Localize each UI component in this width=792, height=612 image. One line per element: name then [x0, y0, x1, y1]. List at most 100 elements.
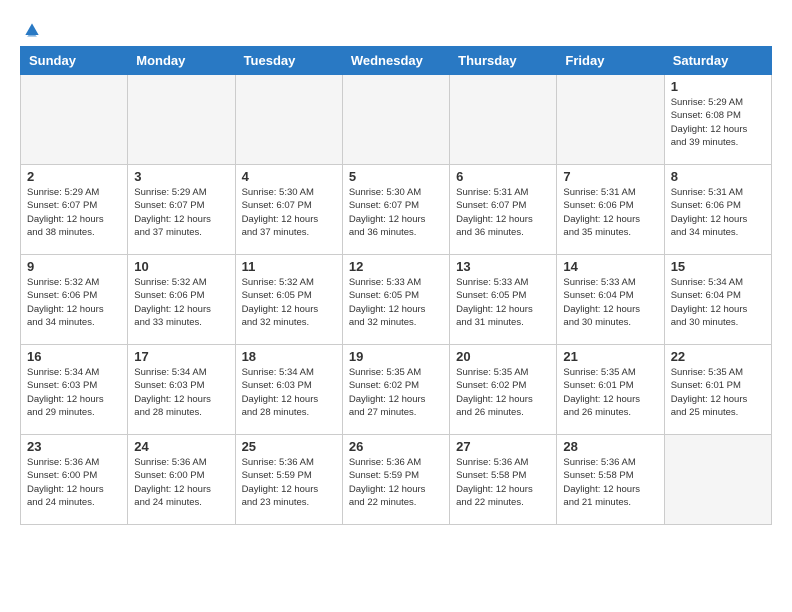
day-cell: 23 Sunrise: 5:36 AM Sunset: 6:00 PM Dayli…	[21, 435, 128, 525]
day-cell: 25Sunrise: 5:36 AM Sunset: 5:59 PM Dayli…	[235, 435, 342, 525]
calendar-table: SundayMondayTuesdayWednesdayThursdayFrid…	[20, 46, 772, 525]
day-info: Sunrise: 5:36 AM Sunset: 6:00 PM Dayligh…	[27, 456, 121, 509]
page-header	[20, 20, 772, 36]
day-info: Sunrise: 5:33 AM Sunset: 6:04 PM Dayligh…	[563, 276, 657, 329]
day-cell: 28Sunrise: 5:36 AM Sunset: 5:58 PM Dayli…	[557, 435, 664, 525]
week-row-5: 23 Sunrise: 5:36 AM Sunset: 6:00 PM Dayli…	[21, 435, 772, 525]
day-number: 20	[456, 349, 550, 364]
day-cell	[342, 75, 449, 165]
day-cell: 13 Sunrise: 5:33 AM Sunset: 6:05 PM Dayli…	[450, 255, 557, 345]
day-cell: 11 Sunrise: 5:32 AM Sunset: 6:05 PM Dayli…	[235, 255, 342, 345]
day-number: 18	[242, 349, 336, 364]
day-number: 21	[563, 349, 657, 364]
header-cell-thursday: Thursday	[450, 47, 557, 75]
day-number: 23	[27, 439, 121, 454]
day-info: Sunrise: 5:36 AM Sunset: 5:59 PM Dayligh…	[349, 456, 443, 509]
logo	[20, 20, 42, 36]
day-cell: 16 Sunrise: 5:34 AM Sunset: 6:03 PM Dayli…	[21, 345, 128, 435]
day-cell: 7 Sunrise: 5:31 AM Sunset: 6:06 PM Daylig…	[557, 165, 664, 255]
week-row-1: 1 Sunrise: 5:29 AM Sunset: 6:08 PM Daylig…	[21, 75, 772, 165]
day-info: Sunrise: 5:32 AM Sunset: 6:06 PM Dayligh…	[134, 276, 228, 329]
day-cell: 24 Sunrise: 5:36 AM Sunset: 6:00 PM Dayli…	[128, 435, 235, 525]
day-number: 16	[27, 349, 121, 364]
day-info: Sunrise: 5:31 AM Sunset: 6:06 PM Dayligh…	[671, 186, 765, 239]
day-cell	[664, 435, 771, 525]
day-number: 22	[671, 349, 765, 364]
week-row-4: 16 Sunrise: 5:34 AM Sunset: 6:03 PM Dayli…	[21, 345, 772, 435]
day-cell: 27 Sunrise: 5:36 AM Sunset: 5:58 PM Dayli…	[450, 435, 557, 525]
day-info: Sunrise: 5:31 AM Sunset: 6:06 PM Dayligh…	[563, 186, 657, 239]
day-info: Sunrise: 5:35 AM Sunset: 6:01 PM Dayligh…	[563, 366, 657, 419]
day-number: 12	[349, 259, 443, 274]
logo-icon	[22, 20, 42, 40]
day-info: Sunrise: 5:29 AM Sunset: 6:07 PM Dayligh…	[27, 186, 121, 239]
day-number: 5	[349, 169, 443, 184]
day-number: 3	[134, 169, 228, 184]
week-row-3: 9 Sunrise: 5:32 AM Sunset: 6:06 PM Daylig…	[21, 255, 772, 345]
day-number: 13	[456, 259, 550, 274]
header-row: SundayMondayTuesdayWednesdayThursdayFrid…	[21, 47, 772, 75]
day-cell: 12 Sunrise: 5:33 AM Sunset: 6:05 PM Dayli…	[342, 255, 449, 345]
header-cell-saturday: Saturday	[664, 47, 771, 75]
day-cell: 22 Sunrise: 5:35 AM Sunset: 6:01 PM Dayli…	[664, 345, 771, 435]
day-cell: 19 Sunrise: 5:35 AM Sunset: 6:02 PM Dayli…	[342, 345, 449, 435]
day-cell: 8 Sunrise: 5:31 AM Sunset: 6:06 PM Daylig…	[664, 165, 771, 255]
day-info: Sunrise: 5:30 AM Sunset: 6:07 PM Dayligh…	[242, 186, 336, 239]
day-number: 1	[671, 79, 765, 94]
day-cell: 21 Sunrise: 5:35 AM Sunset: 6:01 PM Dayli…	[557, 345, 664, 435]
day-info: Sunrise: 5:33 AM Sunset: 6:05 PM Dayligh…	[456, 276, 550, 329]
day-cell: 3 Sunrise: 5:29 AM Sunset: 6:07 PM Daylig…	[128, 165, 235, 255]
day-number: 2	[27, 169, 121, 184]
day-info: Sunrise: 5:34 AM Sunset: 6:04 PM Dayligh…	[671, 276, 765, 329]
day-cell: 18 Sunrise: 5:34 AM Sunset: 6:03 PM Dayli…	[235, 345, 342, 435]
day-number: 9	[27, 259, 121, 274]
day-info: Sunrise: 5:35 AM Sunset: 6:02 PM Dayligh…	[349, 366, 443, 419]
day-number: 19	[349, 349, 443, 364]
day-cell: 9 Sunrise: 5:32 AM Sunset: 6:06 PM Daylig…	[21, 255, 128, 345]
day-cell	[128, 75, 235, 165]
day-cell: 20 Sunrise: 5:35 AM Sunset: 6:02 PM Dayli…	[450, 345, 557, 435]
day-cell: 1 Sunrise: 5:29 AM Sunset: 6:08 PM Daylig…	[664, 75, 771, 165]
day-info: Sunrise: 5:36 AM Sunset: 5:58 PM Dayligh…	[563, 456, 657, 509]
header-cell-tuesday: Tuesday	[235, 47, 342, 75]
day-info: Sunrise: 5:33 AM Sunset: 6:05 PM Dayligh…	[349, 276, 443, 329]
day-number: 17	[134, 349, 228, 364]
header-cell-friday: Friday	[557, 47, 664, 75]
day-info: Sunrise: 5:35 AM Sunset: 6:01 PM Dayligh…	[671, 366, 765, 419]
day-info: Sunrise: 5:36 AM Sunset: 5:58 PM Dayligh…	[456, 456, 550, 509]
day-cell	[450, 75, 557, 165]
day-cell: 6 Sunrise: 5:31 AM Sunset: 6:07 PM Daylig…	[450, 165, 557, 255]
day-info: Sunrise: 5:32 AM Sunset: 6:06 PM Dayligh…	[27, 276, 121, 329]
day-number: 6	[456, 169, 550, 184]
day-info: Sunrise: 5:30 AM Sunset: 6:07 PM Dayligh…	[349, 186, 443, 239]
day-number: 4	[242, 169, 336, 184]
day-number: 14	[563, 259, 657, 274]
day-number: 15	[671, 259, 765, 274]
day-info: Sunrise: 5:31 AM Sunset: 6:07 PM Dayligh…	[456, 186, 550, 239]
day-cell: 26Sunrise: 5:36 AM Sunset: 5:59 PM Dayli…	[342, 435, 449, 525]
day-info: Sunrise: 5:29 AM Sunset: 6:08 PM Dayligh…	[671, 96, 765, 149]
day-number: 27	[456, 439, 550, 454]
day-number: 25	[242, 439, 336, 454]
day-number: 8	[671, 169, 765, 184]
day-info: Sunrise: 5:32 AM Sunset: 6:05 PM Dayligh…	[242, 276, 336, 329]
day-cell	[557, 75, 664, 165]
day-info: Sunrise: 5:29 AM Sunset: 6:07 PM Dayligh…	[134, 186, 228, 239]
day-cell: 2 Sunrise: 5:29 AM Sunset: 6:07 PM Daylig…	[21, 165, 128, 255]
day-info: Sunrise: 5:34 AM Sunset: 6:03 PM Dayligh…	[134, 366, 228, 419]
day-cell: 17 Sunrise: 5:34 AM Sunset: 6:03 PM Dayli…	[128, 345, 235, 435]
day-cell	[21, 75, 128, 165]
day-cell	[235, 75, 342, 165]
day-info: Sunrise: 5:36 AM Sunset: 6:00 PM Dayligh…	[134, 456, 228, 509]
day-number: 7	[563, 169, 657, 184]
day-number: 24	[134, 439, 228, 454]
day-info: Sunrise: 5:35 AM Sunset: 6:02 PM Dayligh…	[456, 366, 550, 419]
day-number: 11	[242, 259, 336, 274]
day-cell: 5 Sunrise: 5:30 AM Sunset: 6:07 PM Daylig…	[342, 165, 449, 255]
day-cell: 4 Sunrise: 5:30 AM Sunset: 6:07 PM Daylig…	[235, 165, 342, 255]
header-cell-sunday: Sunday	[21, 47, 128, 75]
day-info: Sunrise: 5:34 AM Sunset: 6:03 PM Dayligh…	[27, 366, 121, 419]
day-cell: 15 Sunrise: 5:34 AM Sunset: 6:04 PM Dayli…	[664, 255, 771, 345]
header-cell-monday: Monday	[128, 47, 235, 75]
day-info: Sunrise: 5:34 AM Sunset: 6:03 PM Dayligh…	[242, 366, 336, 419]
